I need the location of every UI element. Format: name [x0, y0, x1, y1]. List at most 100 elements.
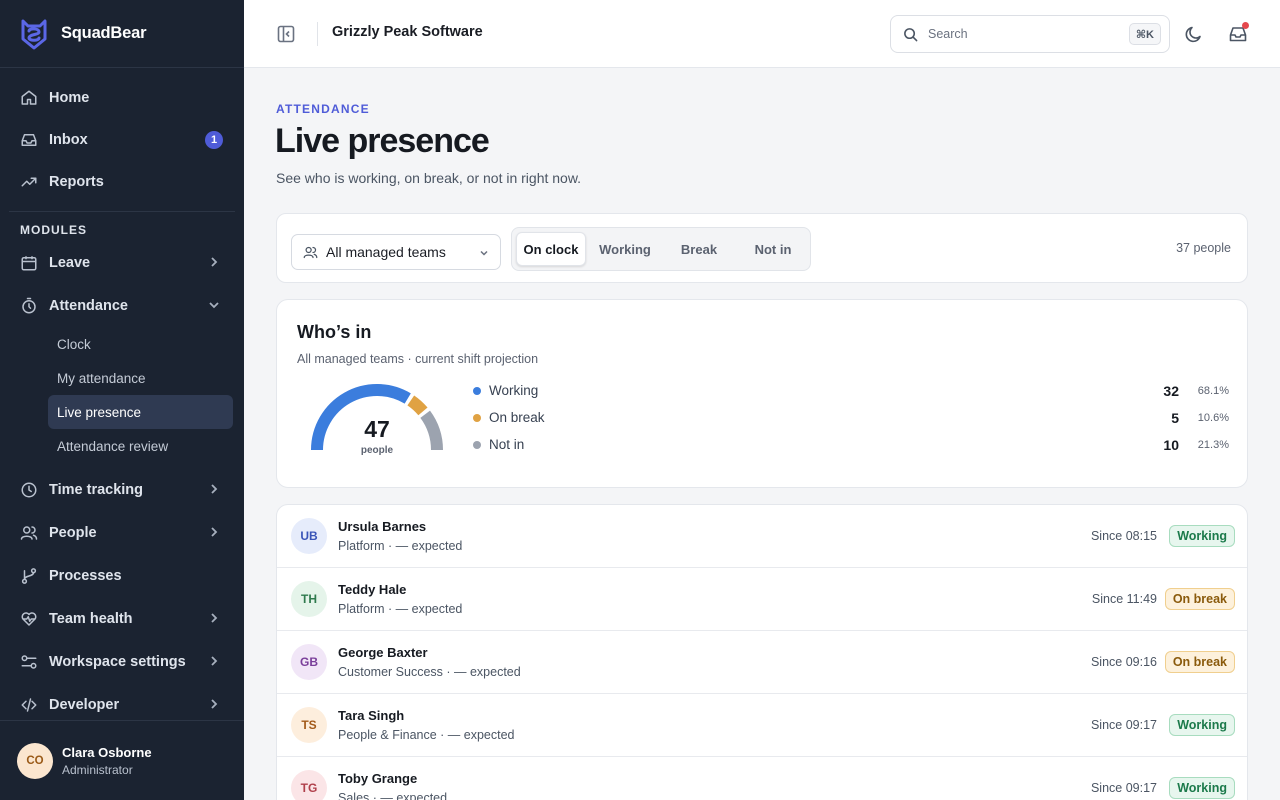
since-time: Since 08:15: [1090, 529, 1157, 543]
nav-label: Developer: [49, 697, 120, 713]
sliders-icon: [20, 653, 38, 671]
nav-label: Reports: [49, 174, 104, 190]
since-time: Since 09:16: [1090, 655, 1157, 669]
gauge-total-label: people: [360, 445, 394, 456]
card-title: Who’s in: [297, 322, 372, 342]
nav-item-attendance[interactable]: Attendance: [9, 288, 235, 324]
nav-item-leave[interactable]: Leave: [9, 245, 235, 281]
legend-value: 10: [1163, 437, 1179, 453]
avatar: TH: [291, 581, 327, 617]
nav-label: People: [49, 525, 97, 541]
avatar: TS: [291, 707, 327, 743]
sub-item-clock[interactable]: Clock: [48, 327, 233, 361]
page-eyebrow: ATTENDANCE: [276, 102, 370, 116]
since-time: Since 11:49: [1091, 592, 1157, 606]
topbar-divider: [317, 22, 318, 46]
users-icon: [20, 524, 38, 542]
chevron-right-icon: [211, 484, 218, 494]
nav-item-time-tracking[interactable]: Time tracking: [9, 472, 235, 508]
list-item[interactable]: TG Toby Grange Sales · — expected Since …: [277, 757, 1247, 800]
segment-not-in[interactable]: Not in: [738, 232, 808, 266]
team-select[interactable]: All managed teams: [291, 234, 501, 270]
list-item[interactable]: UB Ursula Barnes Platform · — expected S…: [277, 505, 1247, 568]
segment-working[interactable]: Working: [590, 232, 660, 266]
sub-item-live-presence[interactable]: Live presence: [48, 395, 233, 429]
clock-icon: [20, 481, 38, 499]
legend-name: Working: [489, 383, 539, 398]
git-branch-icon: [20, 567, 38, 585]
legend-dot: [473, 414, 481, 422]
chevron-right-icon: [211, 699, 218, 709]
list-item[interactable]: GB George Baxter Customer Success · — ex…: [277, 631, 1247, 694]
card-subtitle: All managed teams · current shift projec…: [297, 352, 539, 366]
whos-in-card: Who’s in All managed teams · current shi…: [276, 299, 1248, 488]
nav-item-home[interactable]: Home: [9, 80, 235, 116]
moon-icon[interactable]: [1184, 24, 1204, 44]
nav-label: Attendance: [49, 298, 128, 314]
list-item[interactable]: TS Tara Singh People & Finance · — expec…: [277, 694, 1247, 757]
avatar: TG: [291, 770, 327, 800]
person-name: Teddy Hale: [338, 582, 407, 597]
presence-list: UB Ursula Barnes Platform · — expected S…: [276, 504, 1248, 800]
nav-label: Inbox: [49, 132, 88, 148]
code-icon: [20, 696, 38, 714]
person-name: Toby Grange: [338, 771, 418, 786]
modules-section-label: MODULES: [20, 223, 87, 237]
person-name: Tara Singh: [338, 708, 405, 723]
legend-percent: 21.3%: [1197, 439, 1229, 451]
nav-item-team-health[interactable]: Team health: [9, 601, 235, 637]
filter-bar: All managed teams On clock Working Break…: [276, 213, 1248, 283]
user-profile[interactable]: CO Clara Osborne Administrator: [0, 720, 244, 800]
sub-item-my-attendance[interactable]: My attendance: [48, 361, 233, 395]
trending-up-icon: [20, 173, 38, 191]
nav-item-processes[interactable]: Processes: [9, 558, 235, 594]
legend-value: 32: [1163, 383, 1179, 399]
segment-break[interactable]: Break: [664, 232, 734, 266]
status-badge: On break: [1164, 588, 1235, 610]
home-icon: [20, 89, 38, 107]
search-shortcut: ⌘K: [1128, 23, 1161, 45]
page-subtitle: See who is working, on break, or not in …: [276, 170, 582, 186]
legend-item-on-break: On break 5 10.6%: [473, 408, 1229, 428]
legend-percent: 10.6%: [1197, 412, 1229, 424]
nav-label: Team health: [49, 611, 133, 627]
search-icon: [904, 27, 918, 41]
chevron-right-icon: [211, 656, 218, 666]
search-input[interactable]: Search ⌘K: [890, 15, 1170, 53]
squadbear-logo-icon: [21, 19, 47, 49]
legend-name: On break: [489, 410, 545, 425]
chevron-right-icon: [211, 527, 218, 537]
timer-icon: [20, 297, 38, 315]
nav-item-reports[interactable]: Reports: [9, 164, 235, 200]
nav-item-inbox[interactable]: Inbox 1: [9, 122, 235, 158]
brand[interactable]: SquadBear: [0, 0, 244, 68]
sub-item-attendance-review[interactable]: Attendance review: [48, 429, 233, 463]
user-role: Administrator: [62, 762, 133, 777]
legend-name: Not in: [489, 437, 525, 452]
sidebar: SquadBear Home Inbox 1 Reports MODULES L…: [0, 0, 244, 800]
chevron-right-icon: [211, 613, 218, 623]
chevron-down-icon: [480, 250, 488, 256]
nav-item-developer[interactable]: Developer: [9, 687, 235, 723]
status-badge: Working: [1169, 777, 1235, 799]
list-item[interactable]: TH Teddy Hale Platform · — expected Sinc…: [277, 568, 1247, 631]
status-badge: On break: [1164, 651, 1235, 673]
inbox-icon: [20, 131, 38, 149]
since-time: Since 09:17: [1090, 718, 1157, 732]
nav-label: Home: [49, 90, 90, 106]
calendar-icon: [20, 254, 38, 272]
inbox-count-badge: 1: [205, 131, 223, 149]
status-badge: Working: [1169, 714, 1235, 736]
segment-on-clock[interactable]: On clock: [516, 232, 586, 266]
sidebar-toggle-icon[interactable]: [276, 24, 296, 44]
nav-item-people[interactable]: People: [9, 515, 235, 551]
nav-label: Processes: [49, 568, 122, 584]
gauge-arc-not-in: [420, 410, 443, 451]
nav-item-workspace-settings[interactable]: Workspace settings: [9, 644, 235, 680]
legend-dot: [473, 441, 481, 449]
avatar: UB: [291, 518, 327, 554]
chevron-right-icon: [211, 257, 218, 267]
person-name: Ursula Barnes: [338, 519, 427, 534]
person-team: Customer Success · — expected: [338, 665, 521, 679]
status-badge: Working: [1169, 525, 1235, 547]
